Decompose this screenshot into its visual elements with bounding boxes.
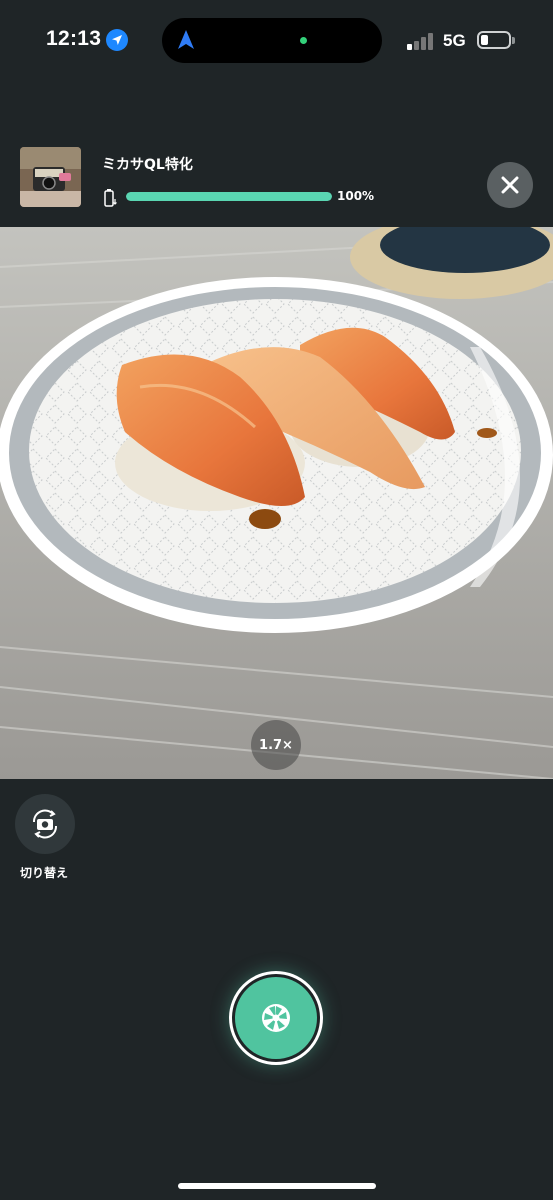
zoom-level-button[interactable]: 1.7× — [251, 720, 301, 770]
shutter-button-inner[interactable] — [235, 977, 317, 1059]
battery-progress-text: 100% — [337, 189, 375, 203]
shutter-button[interactable] — [229, 971, 323, 1065]
mic-indicator — [300, 37, 307, 44]
navigation-arrow-icon — [178, 30, 194, 49]
battery-progress-bar — [126, 192, 332, 201]
signal-icon — [407, 32, 435, 50]
shutter-icon — [262, 1004, 290, 1032]
device-header: ミカサQL特化 100% — [0, 140, 553, 226]
device-name: ミカサQL特化 — [102, 157, 193, 173]
close-button[interactable] — [487, 162, 533, 208]
switch-camera-button[interactable] — [15, 794, 75, 854]
battery-icon — [477, 31, 511, 49]
location-icon — [106, 29, 128, 51]
camera-viewfinder[interactable]: 1.7× — [0, 227, 553, 779]
status-bar: 12:13 5G — [0, 0, 553, 80]
switch-camera-label: 切り替え — [20, 866, 69, 880]
charging-icon — [104, 189, 117, 207]
home-indicator[interactable] — [178, 1183, 376, 1189]
network-type: 5G — [443, 31, 466, 50]
close-icon — [501, 176, 519, 194]
camera-preview-image — [0, 227, 553, 779]
battery-cap — [512, 37, 515, 44]
device-thumbnail — [20, 147, 81, 207]
dynamic-island — [162, 18, 382, 63]
battery-progress-fill — [126, 192, 332, 201]
clock-time: 12:13 — [46, 27, 102, 50]
camera-switch-icon — [32, 809, 58, 839]
